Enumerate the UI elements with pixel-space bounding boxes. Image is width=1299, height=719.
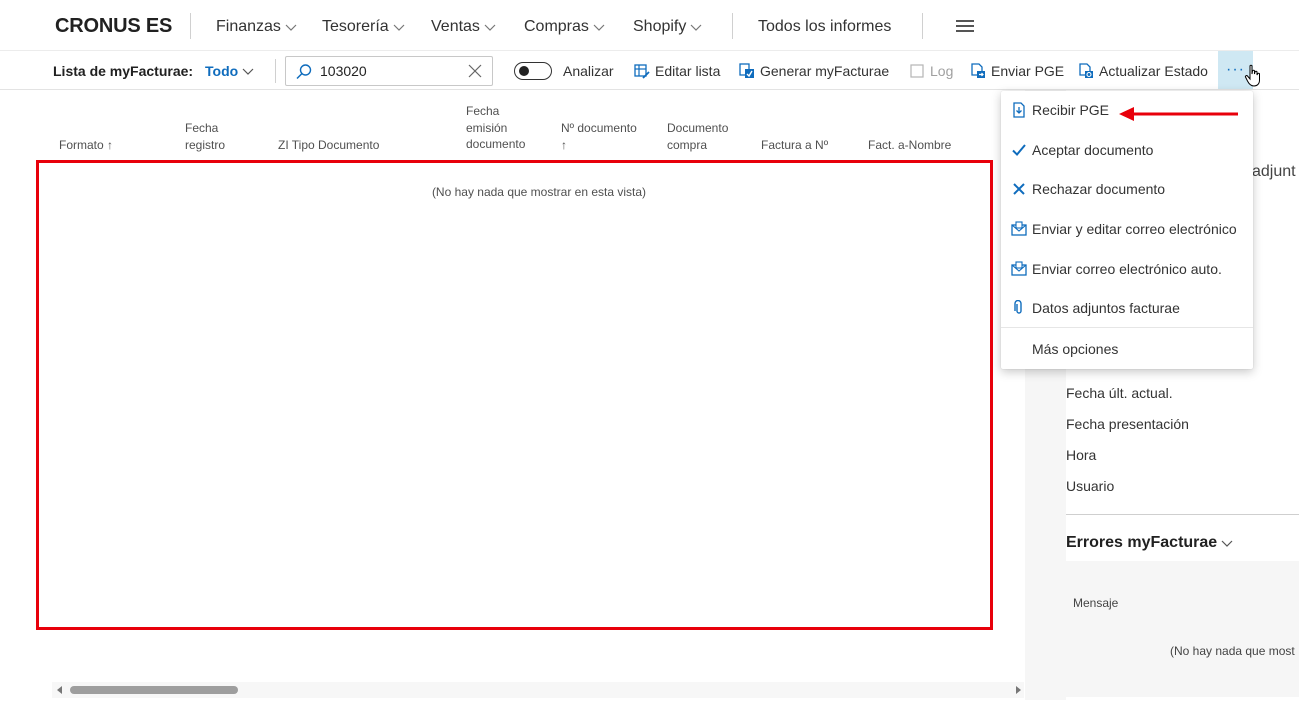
email-icon	[1011, 221, 1027, 236]
edit-list-button[interactable]: Editar lista	[634, 51, 720, 91]
checkbox-icon	[910, 64, 924, 78]
chevron-down-icon	[285, 24, 297, 31]
menu-item-enviar-correo-auto[interactable]: Enviar correo electrónico auto.	[1001, 254, 1253, 284]
nav-item-ventas[interactable]: Ventas	[431, 18, 497, 36]
column-header-n-documento[interactable]: Nº documento ↑	[561, 120, 637, 153]
errors-section-header[interactable]: Errores myFacturae	[1066, 534, 1234, 552]
errors-column-header[interactable]: Mensaje	[1073, 596, 1118, 610]
more-actions-menu: Recibir PGE Aceptar documento Rechazar d…	[1001, 91, 1253, 369]
factbox-field-fecha-presentacion: Fecha presentación	[1066, 416, 1189, 432]
factbox-field-fecha-ult-actual: Fecha últ. actual.	[1066, 385, 1173, 401]
search-box[interactable]	[285, 56, 493, 86]
hamburger-menu-icon[interactable]	[956, 20, 974, 32]
factbox-field-hora: Hora	[1066, 447, 1097, 463]
menu-item-aceptar-documento[interactable]: Aceptar documento	[1001, 135, 1253, 165]
nav-item-shopify[interactable]: Shopify	[633, 18, 703, 36]
refresh-document-icon	[1079, 63, 1093, 78]
search-icon	[296, 64, 312, 80]
menu-item-enviar-editar-correo[interactable]: Enviar y editar correo electrónico	[1001, 214, 1253, 244]
horizontal-scrollbar[interactable]	[52, 682, 1024, 698]
chevron-down-icon	[1221, 540, 1233, 547]
scrollbar-thumb[interactable]	[70, 686, 238, 694]
nav-divider	[732, 13, 733, 39]
company-name[interactable]: CRONUS ES	[55, 15, 172, 38]
document-receive-icon	[1013, 102, 1025, 118]
actionbar-divider	[275, 59, 276, 83]
menu-item-rechazar-documento[interactable]: Rechazar documento	[1001, 174, 1253, 204]
action-bar: Lista de myFacturae: Todo Analizar Edita…	[0, 50, 1299, 90]
chevron-down-icon	[690, 24, 702, 31]
nav-divider	[190, 13, 191, 39]
send-pge-button[interactable]: Enviar PGE	[970, 51, 1064, 91]
list-title: Lista de myFacturae:	[53, 63, 194, 79]
nav-item-compras[interactable]: Compras	[524, 18, 606, 36]
nav-item-tesoreria[interactable]: Tesorería	[322, 18, 406, 36]
nav-item-finanzas[interactable]: Finanzas	[216, 18, 298, 36]
hand-cursor-icon	[1244, 64, 1260, 87]
send-document-icon	[971, 63, 985, 78]
clear-search-icon[interactable]	[468, 64, 482, 78]
analyze-label[interactable]: Analizar	[563, 51, 614, 91]
column-header-tipo-documento[interactable]: ZI Tipo Documento	[278, 137, 379, 154]
column-header-fecha-registro[interactable]: Fecha registro	[185, 120, 225, 153]
scroll-left-arrow-icon[interactable]	[57, 686, 62, 694]
red-arrow-annotation-icon	[1119, 107, 1238, 121]
analyze-toggle[interactable]	[514, 62, 552, 80]
generate-document-icon	[739, 63, 754, 78]
menu-divider	[1001, 327, 1253, 328]
log-checkbox[interactable]: Log	[909, 51, 953, 91]
update-status-button[interactable]: Actualizar Estado	[1078, 51, 1208, 91]
column-header-documento-compra[interactable]: Documento compra	[667, 120, 728, 153]
highlight-box-annotation	[36, 160, 993, 630]
search-input[interactable]	[320, 61, 460, 81]
column-header-formato[interactable]: Formato ↑	[59, 137, 113, 154]
errors-list-panel: Mensaje (No hay nada que most	[1066, 561, 1299, 697]
top-navigation-bar: CRONUS ES Finanzas Tesorería Ventas Comp…	[0, 0, 1299, 50]
errors-empty-message: (No hay nada que most	[1170, 644, 1295, 658]
chevron-down-icon	[593, 24, 605, 31]
nav-divider	[922, 13, 923, 39]
chevron-down-icon	[242, 68, 254, 75]
chevron-down-icon	[484, 24, 496, 31]
menu-item-mas-opciones[interactable]: Más opciones	[1001, 334, 1253, 364]
factbox-divider	[1066, 514, 1299, 515]
column-header-factura-a[interactable]: Factura a Nº	[761, 137, 828, 154]
toggle-knob	[519, 66, 529, 76]
x-icon	[1013, 183, 1025, 195]
factbox-field-usuario: Usuario	[1066, 478, 1115, 494]
scroll-right-arrow-icon[interactable]	[1016, 686, 1021, 694]
generate-myfacturae-button[interactable]: Generar myFacturae	[739, 51, 889, 91]
paperclip-icon	[1014, 300, 1022, 314]
edit-list-icon	[634, 64, 650, 79]
check-icon	[1012, 144, 1026, 156]
chevron-down-icon	[393, 24, 405, 31]
factbox-partial-header: adjunt	[1252, 163, 1296, 180]
column-header-fecha-emision[interactable]: Fecha emisión documento	[466, 103, 525, 153]
menu-item-datos-adjuntos[interactable]: Datos adjuntos facturae	[1001, 293, 1253, 323]
email-icon	[1011, 261, 1027, 276]
nav-item-all-reports[interactable]: Todos los informes	[758, 18, 891, 36]
view-filter-dropdown[interactable]: Todo	[205, 51, 255, 91]
column-header-fact-nombre[interactable]: Fact. a-Nombre	[868, 137, 951, 154]
